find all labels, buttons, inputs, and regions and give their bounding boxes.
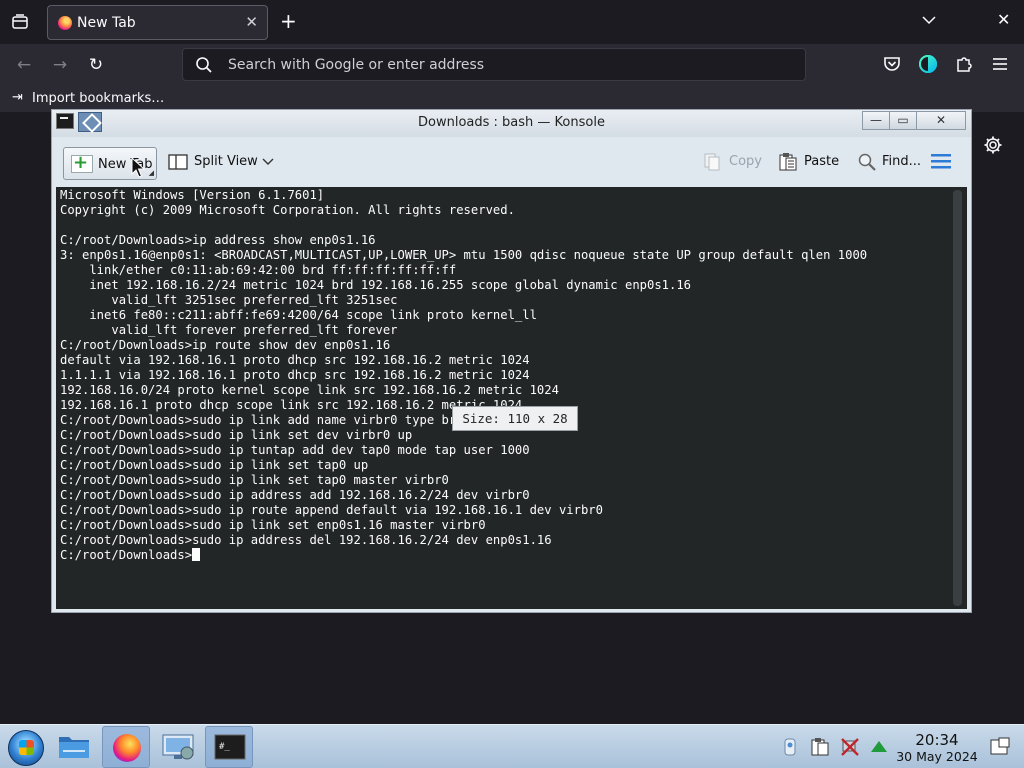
- browser-tab-bar: New Tab ✕ + ✕: [0, 0, 1024, 44]
- import-icon: ⇥: [12, 90, 23, 105]
- extensions-icon[interactable]: [954, 54, 974, 74]
- terminal-icon: #_: [214, 734, 246, 760]
- terminal-prompt: C:/root/Downloads>: [60, 548, 193, 562]
- terminal-output: Microsoft Windows [Version 6.1.7601] Copy…: [60, 188, 867, 563]
- terminal-line: C:/root/Downloads>sudo ip tuntap add dev…: [60, 443, 530, 457]
- account-icon[interactable]: [918, 54, 938, 74]
- terminal-line: valid_lft forever preferred_lft forever: [60, 323, 398, 337]
- terminal-line: Microsoft Windows [Version 6.1.7601]: [60, 188, 325, 202]
- new-tab-icon: [71, 152, 93, 173]
- firefox-taskbar-button[interactable]: [102, 726, 150, 768]
- window-title: Downloads : bash — Konsole: [418, 115, 605, 130]
- terminal-line: C:/root/Downloads>ip address show enp0s1…: [60, 233, 376, 247]
- terminal-view[interactable]: Microsoft Windows [Version 6.1.7601] Copy…: [56, 187, 967, 609]
- firefox-icon: [113, 734, 141, 762]
- size-tooltip: Size: 110 x 28: [452, 406, 578, 431]
- konsole-title-bar[interactable]: Downloads : bash — Konsole — ▭ ✕: [52, 110, 971, 137]
- paste-icon: [779, 153, 797, 171]
- import-bookmarks-link[interactable]: Import bookmarks…: [32, 91, 164, 106]
- list-all-tabs-chevron-icon[interactable]: [921, 12, 937, 28]
- terminal-line: valid_lft 3251sec preferred_lft 3251sec: [60, 293, 398, 307]
- terminal-line: C:/root/Downloads>sudo ip link set tap0 …: [60, 473, 449, 487]
- terminal-line: 1.1.1.1 via 192.168.16.1 proto dhcp src …: [60, 368, 530, 382]
- hamburger-menu-icon[interactable]: [931, 153, 951, 169]
- terminal-line: C:/root/Downloads>sudo ip link set enp0s…: [60, 518, 486, 532]
- mouse-cursor-icon: [131, 157, 145, 178]
- konsole-toolbar: New Tab ◢ Split View Copy Paste Find...: [56, 140, 967, 186]
- terminal-line: C:/root/Downloads>sudo ip address del 19…: [60, 533, 552, 547]
- clock-date[interactable]: 30 May 2024: [892, 749, 982, 764]
- clock-time[interactable]: 20:34: [900, 731, 974, 749]
- konsole-window: Downloads : bash — Konsole — ▭ ✕ New Tab…: [51, 109, 972, 613]
- terminal-line: Copyright (c) 2009 Microsoft Corporation…: [60, 203, 515, 217]
- back-button[interactable]: ←: [14, 55, 34, 75]
- forward-button[interactable]: →: [50, 55, 70, 75]
- network-disconnected-icon[interactable]: [840, 737, 860, 757]
- firefox-icon: [58, 16, 72, 30]
- svg-text:#_: #_: [219, 742, 230, 752]
- tab-title: New Tab: [77, 15, 136, 31]
- terminal-line: inet6 fe80::c211:abff:fe69:4200/64 scope…: [60, 308, 537, 322]
- find-icon: [858, 153, 876, 171]
- clipboard-icon[interactable]: [810, 737, 830, 757]
- pocket-icon[interactable]: [882, 54, 902, 74]
- split-view-icon[interactable]: [168, 152, 188, 172]
- terminal-line: C:/root/Downloads>sudo ip address add 19…: [60, 488, 530, 502]
- copy-button[interactable]: Copy: [729, 154, 762, 169]
- find-button[interactable]: Find...: [882, 154, 921, 169]
- search-icon: [196, 57, 212, 73]
- tab-new-tab[interactable]: New Tab ✕: [47, 5, 268, 40]
- settings-monitor-icon: [162, 734, 194, 760]
- paste-button[interactable]: Paste: [804, 154, 839, 169]
- terminal-line: inet 192.168.16.2/24 metric 1024 brd 192…: [60, 278, 692, 292]
- terminal-cursor: [192, 548, 201, 561]
- folder-icon: [59, 737, 89, 758]
- minimize-button[interactable]: —: [862, 111, 890, 130]
- terminal-line: C:/root/Downloads>sudo ip route append d…: [60, 503, 603, 517]
- system-settings-taskbar-button[interactable]: [154, 726, 202, 768]
- gear-icon[interactable]: [983, 135, 1003, 155]
- url-bar[interactable]: Search with Google or enter address: [182, 48, 806, 81]
- terminal-line: 3: enp0s1.16@enp0s1: <BROADCAST,MULTICAS…: [60, 248, 868, 262]
- show-desktop-icon[interactable]: [989, 736, 1011, 758]
- dropdown-arrow-icon: ◢: [148, 169, 154, 177]
- url-placeholder: Search with Google or enter address: [228, 57, 485, 73]
- close-button[interactable]: ✕: [916, 111, 966, 130]
- taskbar: #_ 20:34 30 May 2024: [0, 724, 1024, 768]
- split-view-button[interactable]: Split View: [194, 154, 258, 169]
- terminal-line: C:/root/Downloads>sudo ip link set tap0 …: [60, 458, 369, 472]
- window-close-icon[interactable]: ✕: [997, 10, 1010, 29]
- copy-icon: [704, 153, 720, 171]
- file-manager-taskbar-button[interactable]: [50, 726, 98, 768]
- konsole-taskbar-button[interactable]: #_: [205, 726, 253, 768]
- window-buttons: — ▭ ✕: [862, 111, 968, 131]
- terminal-line: link/ether c0:11:ab:69:42:00 brd ff:ff:f…: [60, 263, 457, 277]
- updates-arrow-icon[interactable]: [869, 737, 889, 757]
- browser-nav-bar: ← → ↻ Search with Google or enter addres…: [0, 44, 1024, 86]
- firefox-view-icon[interactable]: [8, 10, 32, 34]
- menu-icon[interactable]: [990, 54, 1010, 74]
- reload-button[interactable]: ↻: [86, 55, 106, 75]
- tab-close-icon[interactable]: ✕: [245, 13, 258, 31]
- terminal-scrollbar[interactable]: [953, 190, 962, 606]
- start-button[interactable]: [8, 730, 44, 766]
- input-method-icon[interactable]: [780, 737, 800, 757]
- maximize-button[interactable]: ▭: [889, 111, 917, 130]
- terminal-line: C:/root/Downloads>ip route show dev enp0…: [60, 338, 391, 352]
- terminal-line: default via 192.168.16.1 proto dhcp src …: [60, 353, 530, 367]
- chevron-down-icon[interactable]: [261, 155, 275, 169]
- terminal-line: 192.168.16.0/24 proto kernel scope link …: [60, 383, 559, 397]
- new-tab-button[interactable]: +: [280, 9, 297, 33]
